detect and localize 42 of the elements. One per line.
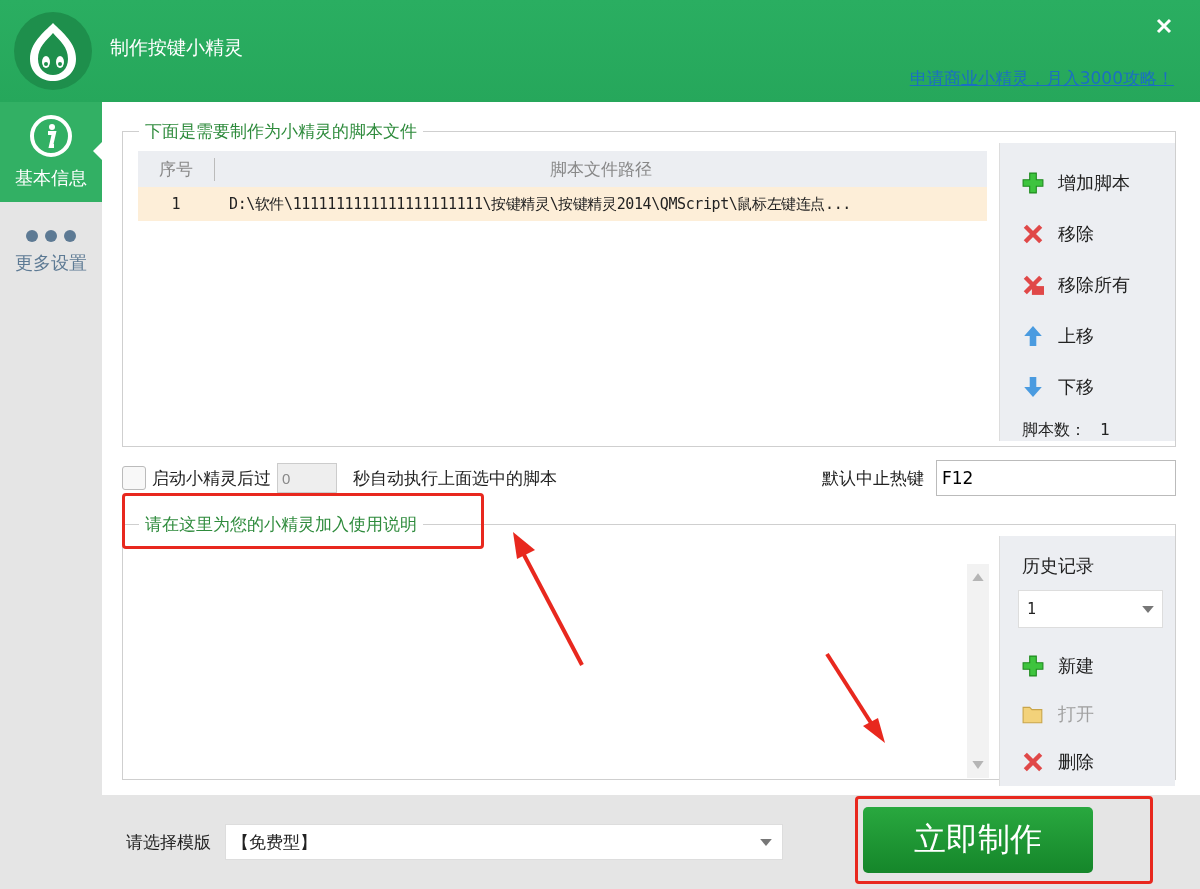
history-label: 历史记录 bbox=[1022, 554, 1095, 578]
up-arrow-icon bbox=[1022, 324, 1044, 347]
cross-all-icon bbox=[1022, 273, 1044, 296]
table-cell-text: 1 bbox=[170, 195, 182, 213]
sidebar-item[interactable]: 更多设置 bbox=[0, 202, 102, 302]
action-button[interactable]: 移除 bbox=[1022, 208, 1175, 259]
caret-icon bbox=[1142, 605, 1154, 613]
checkbox[interactable] bbox=[122, 466, 146, 490]
template-label: 请选择模版 bbox=[126, 830, 211, 854]
scroll-down-icon[interactable] bbox=[972, 761, 984, 770]
logo-icon bbox=[13, 11, 93, 91]
count-label: 脚本数： bbox=[1022, 420, 1086, 441]
history-dropdown[interactable]: 1 bbox=[1018, 590, 1163, 628]
checkbox-label: 启动小精灵后过 bbox=[152, 466, 271, 490]
scroll-up-icon[interactable] bbox=[972, 572, 984, 581]
action-button[interactable]: 上移 bbox=[1022, 310, 1175, 361]
table-cell-text: D:\软件\1111111111111111111111\按键精灵\按键精灵2014\QMScript\鼠标左键连点... bbox=[228, 194, 852, 214]
more-icon bbox=[25, 229, 77, 243]
cross-icon bbox=[1022, 751, 1044, 773]
group-title: 请在这里为您的小精灵加入使用说明 bbox=[144, 513, 418, 536]
template-dropdown[interactable]: 【免费型】 bbox=[225, 824, 783, 860]
action-button[interactable]: 增加脚本 bbox=[1022, 157, 1175, 208]
create-button[interactable]: 立即制作 bbox=[863, 807, 1093, 873]
cross-icon bbox=[1022, 222, 1044, 245]
info-icon bbox=[29, 114, 73, 158]
action-button[interactable]: 删除 bbox=[1022, 738, 1175, 786]
hotkey-field[interactable]: F12 bbox=[936, 460, 1176, 496]
action-button[interactable]: 下移 bbox=[1022, 361, 1175, 412]
window-title: 制作按键小精灵 bbox=[110, 35, 243, 60]
caret-icon bbox=[760, 838, 772, 846]
action-button[interactable]: 新建 bbox=[1022, 642, 1175, 690]
table-row[interactable]: 1 D:\软件\1111111111111111111111\按键精灵\按键精灵2014\QMScript\鼠标左键连点... bbox=[138, 187, 987, 221]
option-label: 秒自动执行上面选中的脚本 bbox=[353, 466, 557, 490]
close-button[interactable] bbox=[1156, 18, 1172, 34]
plus-icon bbox=[1022, 171, 1044, 194]
scrollbar[interactable] bbox=[967, 564, 989, 778]
plus-icon bbox=[1022, 655, 1044, 677]
group-title: 下面是需要制作为小精灵的脚本文件 bbox=[144, 120, 418, 143]
count-value: 1 bbox=[1100, 420, 1110, 441]
hotkey-label: 默认中止热键 bbox=[822, 466, 924, 490]
down-arrow-icon bbox=[1022, 375, 1044, 398]
action-button[interactable]: 移除所有 bbox=[1022, 259, 1175, 310]
